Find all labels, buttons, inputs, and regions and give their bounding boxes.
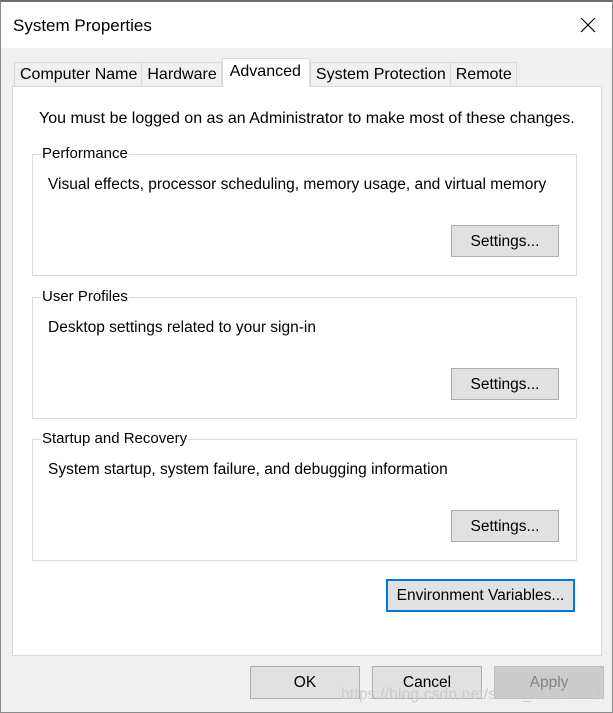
ok-button[interactable]: OK	[250, 666, 360, 699]
group-label: Performance	[41, 145, 129, 162]
performance-group: Performance Visual effects, processor sc…	[32, 145, 577, 276]
startup-recovery-group: Startup and Recovery System startup, sys…	[32, 430, 577, 561]
group-label: Startup and Recovery	[41, 430, 189, 447]
tab-strip: Computer Name Hardware Advanced System P…	[14, 58, 517, 87]
user-profiles-settings-button[interactable]: Settings...	[451, 368, 559, 400]
tab-computer-name[interactable]: Computer Name	[14, 62, 143, 87]
close-icon[interactable]	[578, 15, 598, 35]
group-label: User Profiles	[41, 288, 129, 305]
apply-button[interactable]: Apply	[494, 666, 604, 699]
cancel-button[interactable]: Cancel	[372, 666, 482, 699]
user-profiles-group: User Profiles Desktop settings related t…	[32, 288, 577, 419]
tab-remote[interactable]: Remote	[449, 62, 517, 87]
admin-note: You must be logged on as an Administrato…	[39, 110, 575, 127]
group-description: Desktop settings related to your sign-in	[48, 319, 316, 336]
environment-variables-button[interactable]: Environment Variables...	[386, 579, 575, 612]
advanced-tab-panel: You must be logged on as an Administrato…	[12, 86, 602, 656]
tab-hardware[interactable]: Hardware	[141, 62, 222, 87]
tab-system-protection[interactable]: System Protection	[309, 62, 451, 87]
startup-recovery-settings-button[interactable]: Settings...	[451, 510, 559, 542]
group-description: Visual effects, processor scheduling, me…	[48, 176, 547, 193]
title-bar[interactable]: System Properties	[1, 2, 612, 48]
tab-advanced[interactable]: Advanced	[221, 58, 310, 87]
group-description: System startup, system failure, and debu…	[48, 461, 448, 478]
performance-settings-button[interactable]: Settings...	[451, 225, 559, 257]
window-title: System Properties	[13, 16, 152, 35]
system-properties-window: System Properties Computer Name Hardware…	[0, 0, 613, 713]
